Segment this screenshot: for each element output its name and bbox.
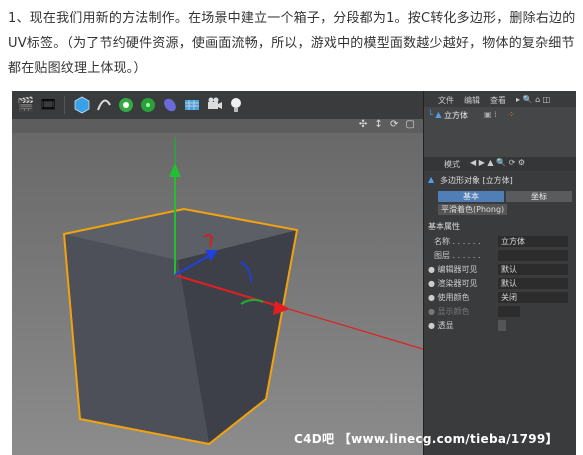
intro-paragraph: 1、现在我们用新的方法制作。在场景中建立一个箱子，分段都为1。按C转化多边形，删…	[8, 11, 576, 76]
use-color-select[interactable]: 关闭	[498, 292, 568, 303]
prop-label-text: 显示颜色	[437, 307, 470, 316]
prop-row-display-color: ● 显示颜色	[428, 306, 575, 317]
name-field[interactable]: 立方体	[498, 236, 568, 247]
tab-coord[interactable]: 坐标	[506, 191, 572, 202]
3d-viewport[interactable]: ✣ ↕ ⟳ ▢	[12, 119, 423, 455]
section-basic-properties: 基本属性	[428, 222, 460, 231]
watermark: C4D吧 【www.linecg.com/tieba/1799】	[294, 432, 558, 446]
prop-label: ● 编辑器可见	[428, 265, 478, 274]
attribute-tabs: 基本 坐标	[438, 191, 575, 202]
object-manager-icons[interactable]: ▸ 🔍 ⌂ ◫	[516, 95, 550, 104]
prop-label: ● 显示颜色	[428, 307, 470, 316]
light-icon[interactable]	[226, 95, 246, 115]
scene-drawing	[62, 137, 423, 446]
prop-row-render-visible: ● 渲染器可见 默认	[428, 278, 575, 289]
toolbar-divider	[64, 96, 65, 114]
prop-label: ● 透显	[428, 321, 454, 330]
prop-label: ● 渲染器可见	[428, 279, 478, 288]
menu-file[interactable]: 文件	[438, 95, 454, 106]
attributes-mode-menu[interactable]: 模式	[444, 159, 460, 170]
prop-label: 名称 . . . . . .	[434, 237, 481, 246]
prop-label-text: 透显	[437, 321, 454, 330]
camera-icon[interactable]	[204, 95, 224, 115]
prop-row-name: 名称 . . . . . . 立方体	[428, 236, 575, 247]
prop-label: 图层 . . . . . .	[434, 251, 481, 260]
prop-label-text: 渲染器可见	[437, 279, 478, 288]
attributes-title-row: ▲ 多边形对象 [立方体]	[424, 173, 576, 187]
polygon-object-icon: ▲	[428, 175, 435, 184]
nurbs-icon[interactable]	[116, 95, 136, 115]
main-toolbar: 🎬 🎞	[12, 91, 423, 120]
layer-field[interactable]	[498, 250, 568, 261]
attributes-title: 多边形对象 [立方体]	[440, 176, 513, 185]
menu-view[interactable]: 查看	[490, 95, 506, 106]
deformer-icon[interactable]	[160, 95, 180, 115]
render-settings-icon[interactable]: 🎞	[38, 95, 58, 115]
attributes-header: 模式 ◀ ▶ ▲ 🔍 ⟳ ⚙	[424, 157, 576, 171]
floor-icon[interactable]	[182, 95, 202, 115]
object-manager-menu: 文件 编辑 查看 ▸ 🔍 ⌂ ◫	[424, 93, 576, 107]
array-icon[interactable]	[138, 95, 158, 115]
prop-row-xray: ● 透显	[428, 320, 575, 331]
prop-row-layer: 图层 . . . . . .	[428, 250, 575, 261]
attributes-nav-icons[interactable]: ◀ ▶ ▲ 🔍 ⟳ ⚙	[470, 158, 525, 167]
cube-object-icon: └ ▲	[428, 110, 442, 119]
spline-pen-icon[interactable]	[94, 95, 114, 115]
tab-phong[interactable]: 平滑着色(Phong)	[438, 204, 508, 215]
menu-edit[interactable]: 编辑	[464, 95, 480, 106]
prop-row-editor-visible: ● 编辑器可见 默认	[428, 264, 575, 275]
y-axis-arrow	[169, 163, 181, 177]
tag-icon[interactable]: ⁘	[508, 110, 515, 119]
tab-basic[interactable]: 基本	[438, 191, 504, 202]
xray-checkbox[interactable]	[498, 320, 506, 331]
right-panel: 文件 编辑 查看 ▸ 🔍 ⌂ ◫ └ ▲ 立方体 ▣ ⁞ ⁘ 模式 ◀ ▶ ▲ …	[423, 91, 576, 455]
c4d-screenshot: 🎬 🎞 ✣ ↕ ⟳ ▢ 文件 编辑 查看 ▸ 🔍 ⌂ ◫ └ ▲ 立方体 ▣ ⁞…	[12, 91, 576, 455]
object-row-cube[interactable]: └ ▲ 立方体 ▣ ⁞ ⁘	[428, 110, 573, 124]
object-list: └ ▲ 立方体 ▣ ⁞ ⁘	[424, 107, 576, 157]
prop-label-text: 使用颜色	[437, 293, 470, 302]
render-visible-select[interactable]: 默认	[498, 278, 568, 289]
prop-label-text: 编辑器可见	[437, 265, 478, 274]
display-color-swatch[interactable]	[498, 306, 520, 317]
prop-row-use-color: ● 使用颜色 关闭	[428, 292, 575, 303]
object-flags-icons[interactable]: ▣ ⁞	[484, 110, 497, 119]
render-view-icon[interactable]: 🎬	[16, 95, 36, 115]
cube-icon[interactable]	[72, 95, 92, 115]
object-name: 立方体	[444, 111, 468, 120]
editor-visible-select[interactable]: 默认	[498, 264, 568, 275]
prop-label: ● 使用颜色	[428, 293, 470, 302]
